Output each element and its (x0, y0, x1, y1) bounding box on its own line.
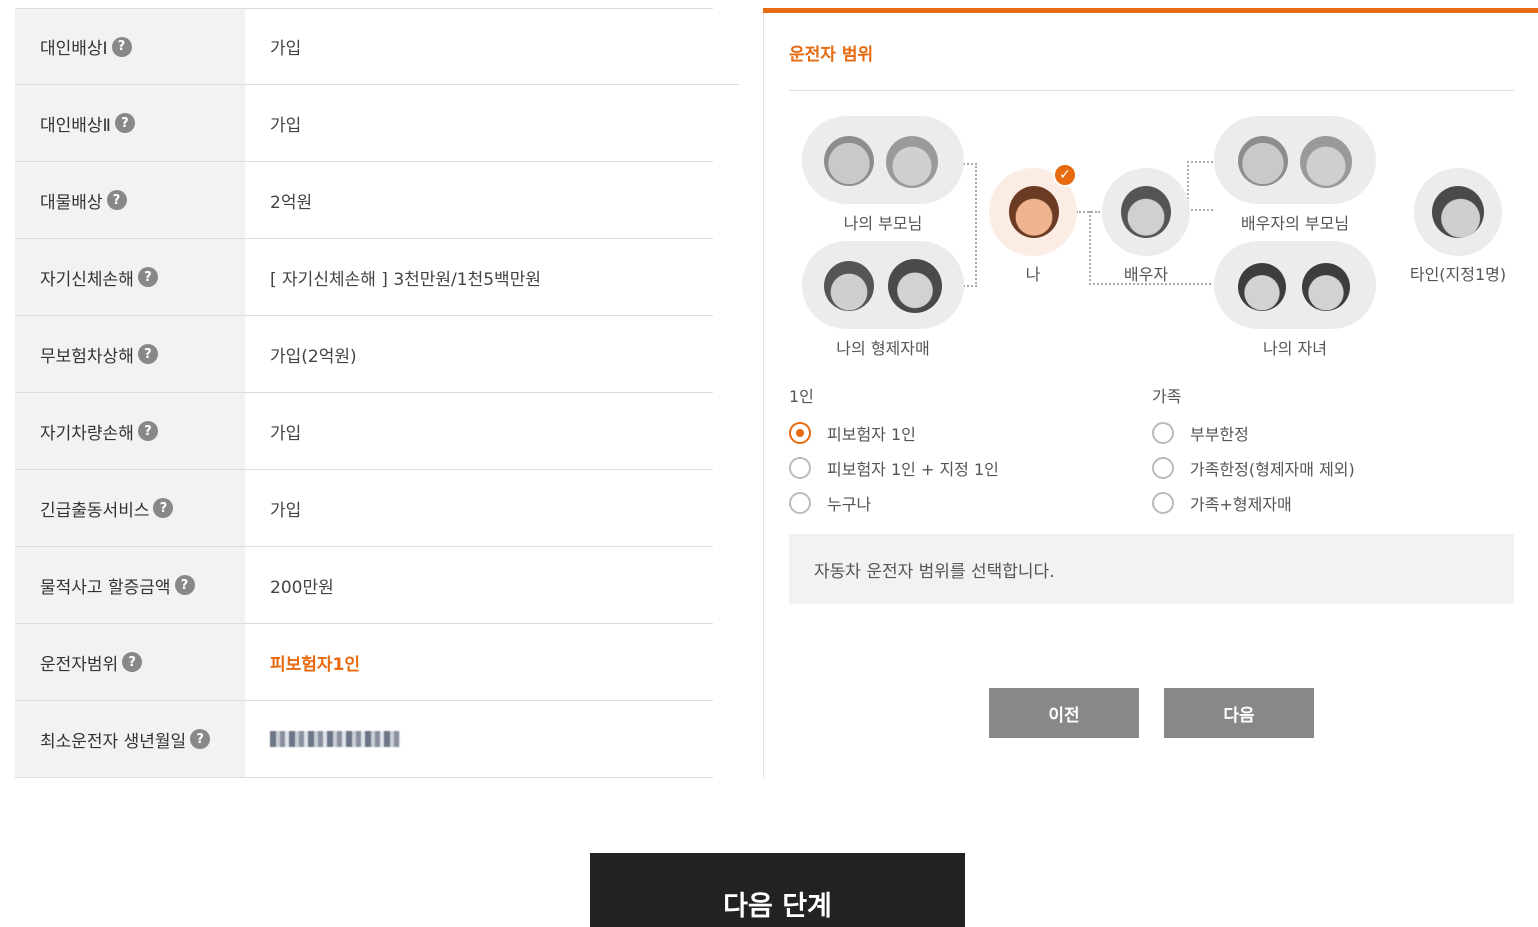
panel-title: 운전자 범위 (789, 45, 874, 65)
help-icon[interactable]: ? (137, 267, 158, 287)
grandfather-icon (1238, 136, 1288, 186)
radio[interactable] (1152, 421, 1174, 444)
driver-range-value: 피보험자1인 (270, 654, 361, 675)
label-spouse: 배우자 (1123, 265, 1169, 284)
row-label: 대인배상Ⅱ (40, 115, 111, 136)
row-label: 운전자범위 (40, 654, 119, 675)
group-header: 1인 (789, 387, 814, 406)
row-label: 자기차량손해 (40, 423, 134, 444)
divider (789, 90, 1514, 91)
brother-icon (824, 261, 874, 311)
help-icon[interactable]: ? (106, 190, 127, 210)
redacted-birthdate (270, 731, 400, 747)
boy-icon (1238, 263, 1286, 311)
next-button[interactable]: 다음 (1164, 688, 1314, 738)
radio[interactable] (1152, 491, 1174, 514)
row-value: 가입 (270, 39, 302, 59)
driver-range-panel: 운전자 범위 나의 부모님 나의 형제자매 ✓ 나 배우자 배우자의 부모님 나… (763, 8, 1538, 778)
family-options: 가족 부부한정 가족한정(형제자매 제외) 가족+형제자매 (1152, 383, 1355, 520)
table-row: 대인배상Ⅰ? 가입 (15, 8, 713, 85)
row-value: [ 자기신체손해 ] 3천만원/1천5백만원 (270, 269, 541, 290)
label-my-siblings: 나의 형제자매 (836, 339, 930, 358)
figure-other[interactable] (1414, 168, 1502, 256)
row-label: 긴급출동서비스 (40, 500, 150, 521)
connector-line (963, 163, 977, 287)
label-my-parents: 나의 부모님 (843, 214, 923, 233)
help-icon[interactable]: ? (137, 344, 158, 364)
row-value: 가입 (270, 115, 302, 136)
figure-my-children[interactable] (1214, 241, 1376, 329)
table-row: 자기차량손해? 가입 (15, 393, 713, 470)
grandmother-icon (1300, 136, 1352, 188)
row-label: 자기신체손해 (40, 269, 134, 290)
girl-icon (1302, 263, 1350, 311)
label-me: 나 (1025, 265, 1041, 284)
row-label: 무보험차상해 (40, 346, 134, 367)
table-row: 자기신체손해? [ 자기신체손해 ] 3천만원/1천5백만원 (15, 239, 713, 316)
row-label: 물적사고 할증금액 (40, 577, 171, 598)
figure-my-parents[interactable] (802, 116, 964, 204)
grandmother-icon (886, 136, 938, 188)
sister-icon (888, 259, 942, 313)
row-value: 2억원 (270, 192, 313, 213)
table-row: 무보험차상해? 가입(2억원) (15, 316, 713, 393)
row-value: 가입 (270, 500, 302, 521)
option-anyone[interactable]: 누구나 (789, 485, 999, 520)
single-options: 1인 피보험자 1인 피보험자 1인 + 지정 1인 누구나 (789, 383, 999, 520)
row-label: 대인배상Ⅰ (40, 39, 108, 59)
option-insured-only[interactable]: 피보험자 1인 (789, 415, 999, 450)
help-icon[interactable]: ? (114, 113, 135, 133)
row-label: 대물배상 (40, 192, 103, 213)
option-insured-plus-one[interactable]: 피보험자 1인 + 지정 1인 (789, 450, 999, 485)
option-family-siblings[interactable]: 가족+형제자매 (1152, 485, 1355, 520)
help-icon[interactable]: ? (153, 498, 174, 518)
grandfather-icon (824, 136, 874, 186)
row-value: 가입(2억원) (270, 346, 357, 367)
table-row: 대인배상Ⅱ? 가입 (15, 85, 713, 162)
check-icon: ✓ (1053, 163, 1077, 187)
radio[interactable] (1152, 456, 1174, 479)
label-spouse-parents: 배우자의 부모님 (1240, 214, 1350, 233)
table-row: 최소운전자 생년월일? (15, 701, 713, 778)
coverage-table: 대인배상Ⅰ? 가입 대인배상Ⅱ? 가입 대물배상? 2억원 자기신체손해? [ … (15, 8, 713, 778)
radio[interactable] (789, 456, 811, 479)
figure-spouse[interactable] (1102, 168, 1190, 256)
table-row: 물적사고 할증금액? 200만원 (15, 547, 713, 624)
label-other: 타인(지정1명) (1409, 265, 1507, 284)
help-icon[interactable]: ? (122, 652, 143, 672)
help-icon[interactable]: ? (137, 421, 158, 441)
prev-button[interactable]: 이전 (989, 688, 1139, 738)
figure-spouse-parents[interactable] (1214, 116, 1376, 204)
table-row: 운전자범위? 피보험자1인 (15, 624, 713, 701)
help-icon[interactable]: ? (111, 36, 132, 57)
option-family[interactable]: 가족한정(형제자매 제외) (1152, 450, 1355, 485)
description-box: 자동차 운전자 범위를 선택합니다. (789, 534, 1514, 604)
next-step-button[interactable]: 다음 단계 (590, 853, 965, 927)
row-value: 200만원 (270, 577, 334, 598)
row-value: 가입 (270, 423, 302, 444)
connector-line (1187, 161, 1213, 211)
help-icon[interactable]: ? (174, 575, 195, 595)
table-row: 긴급출동서비스? 가입 (15, 470, 713, 547)
radio[interactable] (789, 491, 811, 514)
figure-my-siblings[interactable] (802, 241, 964, 329)
row-label: 최소운전자 생년월일 (40, 731, 187, 752)
man-face-icon (1009, 186, 1059, 238)
group-header: 가족 (1152, 387, 1182, 406)
option-couple[interactable]: 부부한정 (1152, 415, 1355, 450)
table-row: 대물배상? 2억원 (15, 162, 713, 239)
woman-face-icon (1121, 186, 1171, 238)
divider (15, 84, 739, 85)
radio-selected[interactable] (789, 421, 811, 444)
label-my-children: 나의 자녀 (1263, 339, 1327, 358)
help-icon[interactable]: ? (190, 729, 211, 749)
person-icon (1432, 186, 1484, 238)
